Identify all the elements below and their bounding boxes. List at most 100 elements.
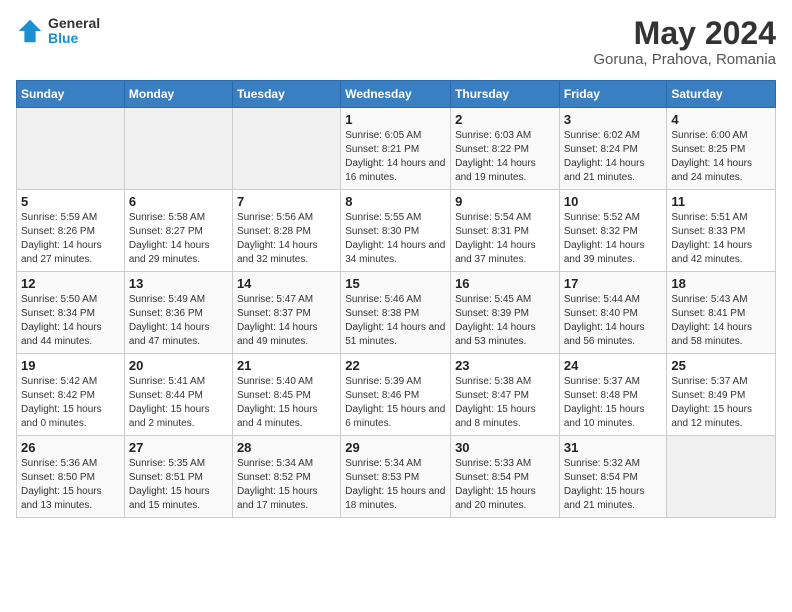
calendar-cell: 14Sunrise: 5:47 AMSunset: 8:37 PMDayligh… <box>232 272 340 354</box>
day-number: 9 <box>455 194 555 209</box>
title-area: May 2024 Goruna, Prahova, Romania <box>593 16 776 68</box>
day-number: 31 <box>564 440 663 455</box>
day-info: Sunrise: 5:51 AMSunset: 8:33 PMDaylight:… <box>671 211 771 267</box>
calendar-week-4: 19Sunrise: 5:42 AMSunset: 8:42 PMDayligh… <box>17 354 776 436</box>
weekday-header-monday: Monday <box>124 81 232 108</box>
logo-line1: General <box>48 16 100 31</box>
day-info: Sunrise: 5:44 AMSunset: 8:40 PMDaylight:… <box>564 293 663 349</box>
calendar-header: SundayMondayTuesdayWednesdayThursdayFrid… <box>17 81 776 108</box>
day-number: 3 <box>564 112 663 127</box>
calendar-cell: 25 Sunrise: 5:37 AMSunset: 8:49 PMDayligh… <box>667 354 776 436</box>
day-number: 23 <box>455 358 555 373</box>
day-info: Sunrise: 5:47 AMSunset: 8:37 PMDaylight:… <box>237 293 336 349</box>
day-number: 21 <box>237 358 336 373</box>
page-header: General Blue May 2024 Goruna, Prahova, R… <box>16 16 776 68</box>
calendar-body: 1 Sunrise: 6:05 AMSunset: 8:21 PMDaylight… <box>17 108 776 518</box>
day-number: 30 <box>455 440 555 455</box>
calendar-cell <box>667 436 776 518</box>
calendar-cell <box>232 108 340 190</box>
day-number: 18 <box>671 276 771 291</box>
calendar-cell: 18 Sunrise: 5:43 AMSunset: 8:41 PMDayligh… <box>667 272 776 354</box>
calendar-cell: 19Sunrise: 5:42 AMSunset: 8:42 PMDayligh… <box>17 354 125 436</box>
day-number: 6 <box>129 194 228 209</box>
calendar-cell: 17 Sunrise: 5:44 AMSunset: 8:40 PMDayligh… <box>559 272 667 354</box>
logo-text: General Blue <box>48 16 100 47</box>
day-number: 16 <box>455 276 555 291</box>
day-number: 5 <box>21 194 120 209</box>
calendar-cell: 27 Sunrise: 5:35 AMSunset: 8:51 PMDayligh… <box>124 436 232 518</box>
day-number: 11 <box>671 194 771 209</box>
day-info: Sunrise: 5:37 AMSunset: 8:49 PMDaylight:… <box>671 375 771 431</box>
day-info: Sunrise: 6:00 AMSunset: 8:25 PMDaylight:… <box>671 129 771 185</box>
day-info: Sunrise: 5:52 AMSunset: 8:32 PMDaylight:… <box>564 211 663 267</box>
calendar-cell: 28 Sunrise: 5:34 AMSunset: 8:52 PMDayligh… <box>232 436 340 518</box>
subtitle: Goruna, Prahova, Romania <box>593 51 776 68</box>
calendar-table: SundayMondayTuesdayWednesdayThursdayFrid… <box>16 80 776 518</box>
day-info: Sunrise: 5:38 AMSunset: 8:47 PMDaylight:… <box>455 375 555 431</box>
day-number: 19 <box>21 358 120 373</box>
calendar-cell: 1 Sunrise: 6:05 AMSunset: 8:21 PMDaylight… <box>341 108 451 190</box>
day-number: 26 <box>21 440 120 455</box>
day-number: 2 <box>455 112 555 127</box>
day-number: 1 <box>345 112 446 127</box>
calendar-cell: 13 Sunrise: 5:49 AMSunset: 8:36 PMDayligh… <box>124 272 232 354</box>
calendar-cell: 26 Sunrise: 5:36 AMSunset: 8:50 PMDayligh… <box>17 436 125 518</box>
calendar-cell: 23 Sunrise: 5:38 AMSunset: 8:47 PMDayligh… <box>451 354 560 436</box>
calendar-cell: 21 Sunrise: 5:40 AMSunset: 8:45 PMDayligh… <box>232 354 340 436</box>
calendar-cell: 2 Sunrise: 6:03 AMSunset: 8:22 PMDaylight… <box>451 108 560 190</box>
day-info: Sunrise: 5:40 AMSunset: 8:45 PMDaylight:… <box>237 375 336 431</box>
calendar-cell <box>17 108 125 190</box>
day-info: Sunrise: 5:49 AMSunset: 8:36 PMDaylight:… <box>129 293 228 349</box>
calendar-week-1: 1 Sunrise: 6:05 AMSunset: 8:21 PMDaylight… <box>17 108 776 190</box>
calendar-cell: 12Sunrise: 5:50 AMSunset: 8:34 PMDayligh… <box>17 272 125 354</box>
day-number: 13 <box>129 276 228 291</box>
day-info: Sunrise: 6:05 AMSunset: 8:21 PMDaylight:… <box>345 129 446 185</box>
day-info: Sunrise: 5:33 AMSunset: 8:54 PMDaylight:… <box>455 457 555 513</box>
day-info: Sunrise: 5:35 AMSunset: 8:51 PMDaylight:… <box>129 457 228 513</box>
calendar-cell: 4Sunrise: 6:00 AMSunset: 8:25 PMDaylight… <box>667 108 776 190</box>
day-info: Sunrise: 5:56 AMSunset: 8:28 PMDaylight:… <box>237 211 336 267</box>
day-info: Sunrise: 5:39 AMSunset: 8:46 PMDaylight:… <box>345 375 446 431</box>
day-info: Sunrise: 5:58 AMSunset: 8:27 PMDaylight:… <box>129 211 228 267</box>
calendar-cell: 30 Sunrise: 5:33 AMSunset: 8:54 PMDayligh… <box>451 436 560 518</box>
calendar-cell <box>124 108 232 190</box>
day-info: Sunrise: 5:43 AMSunset: 8:41 PMDaylight:… <box>671 293 771 349</box>
calendar-cell: 31Sunrise: 5:32 AMSunset: 8:54 PMDayligh… <box>559 436 667 518</box>
calendar-cell: 5Sunrise: 5:59 AMSunset: 8:26 PMDaylight… <box>17 190 125 272</box>
calendar-cell: 24Sunrise: 5:37 AMSunset: 8:48 PMDayligh… <box>559 354 667 436</box>
weekday-header-row: SundayMondayTuesdayWednesdayThursdayFrid… <box>17 81 776 108</box>
calendar-cell: 22Sunrise: 5:39 AMSunset: 8:46 PMDayligh… <box>341 354 451 436</box>
day-number: 15 <box>345 276 446 291</box>
day-info: Sunrise: 5:34 AMSunset: 8:53 PMDaylight:… <box>345 457 446 513</box>
day-number: 10 <box>564 194 663 209</box>
day-info: Sunrise: 5:34 AMSunset: 8:52 PMDaylight:… <box>237 457 336 513</box>
day-number: 25 <box>671 358 771 373</box>
calendar-cell: 29 Sunrise: 5:34 AMSunset: 8:53 PMDayligh… <box>341 436 451 518</box>
day-number: 17 <box>564 276 663 291</box>
weekday-header-thursday: Thursday <box>451 81 560 108</box>
day-info: Sunrise: 5:45 AMSunset: 8:39 PMDaylight:… <box>455 293 555 349</box>
logo: General Blue <box>16 16 100 47</box>
day-number: 7 <box>237 194 336 209</box>
day-number: 29 <box>345 440 446 455</box>
day-number: 27 <box>129 440 228 455</box>
day-info: Sunrise: 5:46 AMSunset: 8:38 PMDaylight:… <box>345 293 446 349</box>
day-number: 20 <box>129 358 228 373</box>
weekday-header-sunday: Sunday <box>17 81 125 108</box>
calendar-cell: 9 Sunrise: 5:54 AMSunset: 8:31 PMDaylight… <box>451 190 560 272</box>
main-title: May 2024 <box>593 16 776 51</box>
day-number: 28 <box>237 440 336 455</box>
day-info: Sunrise: 5:41 AMSunset: 8:44 PMDaylight:… <box>129 375 228 431</box>
day-info: Sunrise: 6:03 AMSunset: 8:22 PMDaylight:… <box>455 129 555 185</box>
day-info: Sunrise: 5:37 AMSunset: 8:48 PMDaylight:… <box>564 375 663 431</box>
weekday-header-wednesday: Wednesday <box>341 81 451 108</box>
day-number: 12 <box>21 276 120 291</box>
day-info: Sunrise: 5:36 AMSunset: 8:50 PMDaylight:… <box>21 457 120 513</box>
calendar-cell: 20 Sunrise: 5:41 AMSunset: 8:44 PMDayligh… <box>124 354 232 436</box>
day-info: Sunrise: 5:54 AMSunset: 8:31 PMDaylight:… <box>455 211 555 267</box>
calendar-cell: 15 Sunrise: 5:46 AMSunset: 8:38 PMDayligh… <box>341 272 451 354</box>
weekday-header-saturday: Saturday <box>667 81 776 108</box>
calendar-cell: 10 Sunrise: 5:52 AMSunset: 8:32 PMDayligh… <box>559 190 667 272</box>
weekday-header-tuesday: Tuesday <box>232 81 340 108</box>
calendar-cell: 7 Sunrise: 5:56 AMSunset: 8:28 PMDaylight… <box>232 190 340 272</box>
